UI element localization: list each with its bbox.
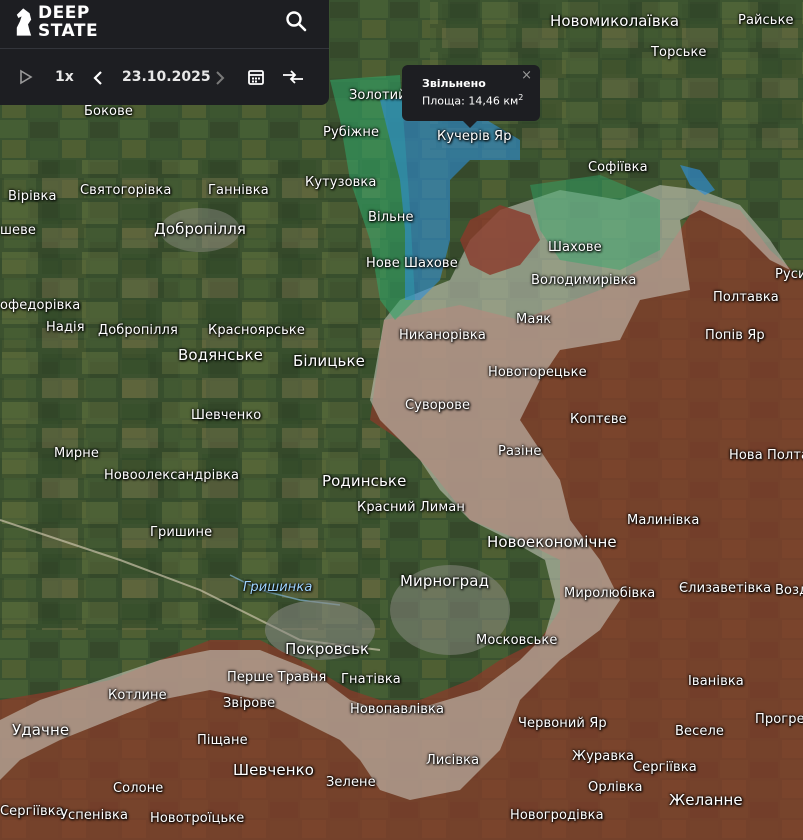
place-label[interactable]: Шевченко: [233, 761, 314, 779]
place-label[interactable]: Нова Полта: [729, 448, 803, 463]
place-label[interactable]: Новомиколаївка: [550, 12, 679, 30]
date-display[interactable]: 23.10.2025: [122, 69, 211, 85]
place-label[interactable]: Нове Шахове: [366, 256, 458, 271]
popup-tail: [463, 121, 477, 128]
place-label[interactable]: Червоний Яр: [518, 716, 607, 731]
place-label[interactable]: Кутузовка: [305, 175, 376, 190]
calendar-icon[interactable]: [247, 68, 265, 86]
place-label[interactable]: Єлизаветівка: [679, 581, 771, 596]
place-label[interactable]: Водянське: [178, 346, 263, 364]
place-label[interactable]: Софіївка: [588, 160, 648, 175]
search-icon[interactable]: [285, 10, 307, 32]
place-label[interactable]: Прогре: [755, 712, 803, 727]
logo-text: DEEP STATE: [38, 4, 98, 40]
place-label[interactable]: Шахове: [548, 240, 602, 255]
place-label[interactable]: Веселе: [675, 724, 724, 739]
place-label[interactable]: Новопавлівка: [350, 702, 444, 717]
place-label[interactable]: Красноярське: [208, 323, 305, 338]
place-label[interactable]: Надія: [46, 320, 85, 335]
place-label[interactable]: Білицьке: [293, 352, 365, 370]
place-label[interactable]: Золотий: [349, 88, 407, 103]
place-label[interactable]: Бокове: [84, 104, 133, 119]
place-label[interactable]: Московське: [476, 633, 557, 648]
place-label[interactable]: Звірове: [223, 696, 275, 711]
popup-area: Площа: 14,46 км2: [422, 93, 523, 108]
place-label[interactable]: Мирне: [54, 446, 99, 461]
toolbar-divider: [0, 48, 329, 49]
place-label[interactable]: Торське: [651, 45, 707, 60]
place-label[interactable]: Миролюбівка: [564, 586, 655, 601]
place-label[interactable]: Вільне: [368, 210, 414, 225]
place-label[interactable]: Перше Травня: [227, 670, 326, 685]
place-label[interactable]: Полтавка: [713, 290, 779, 305]
place-label[interactable]: шеве: [0, 223, 36, 238]
place-label[interactable]: Сергіївка: [0, 804, 64, 819]
compare-arrows-icon[interactable]: [281, 67, 305, 87]
place-label[interactable]: Новоолександрівка: [104, 468, 239, 483]
popup-area-label: Площа: 14,46 км: [422, 94, 519, 108]
place-label[interactable]: Добропілля: [98, 323, 178, 338]
place-label[interactable]: Володимирівка: [531, 273, 636, 288]
place-label[interactable]: Кучерів Яр: [437, 129, 512, 144]
chevron-right-icon[interactable]: [214, 70, 226, 86]
place-label[interactable]: Коптєве: [570, 412, 627, 427]
place-label[interactable]: Покровськ: [285, 640, 369, 658]
place-label[interactable]: Мирноград: [400, 572, 489, 590]
place-label[interactable]: Новоекономічне: [487, 533, 617, 551]
place-label[interactable]: Красний Лиман: [357, 500, 465, 515]
place-label[interactable]: Піщане: [197, 733, 248, 748]
place-label[interactable]: Суворове: [405, 398, 470, 413]
place-label[interactable]: Малинівка: [627, 513, 699, 528]
place-label[interactable]: Добропілля: [154, 220, 246, 238]
speed-button[interactable]: 1x: [55, 69, 74, 85]
place-label[interactable]: Вірівка: [8, 189, 57, 204]
place-label[interactable]: Лисівка: [426, 753, 479, 768]
place-label[interactable]: Гришине: [150, 525, 212, 540]
place-label[interactable]: Никанорівка: [399, 328, 486, 343]
place-label[interactable]: Успенівка: [60, 808, 128, 823]
place-label[interactable]: Орлівка: [588, 780, 643, 795]
place-label[interactable]: Іванівка: [688, 674, 744, 689]
place-label[interactable]: Разіне: [498, 444, 541, 459]
place-label[interactable]: Гнатівка: [341, 672, 401, 687]
play-icon[interactable]: [19, 69, 33, 85]
place-label[interactable]: Попів Яр: [705, 328, 765, 343]
place-label[interactable]: Желанне: [669, 791, 743, 809]
place-label[interactable]: Новоторецьке: [488, 365, 587, 380]
place-label[interactable]: Ганнівка: [208, 183, 269, 198]
place-label[interactable]: Зелене: [326, 775, 376, 790]
place-label[interactable]: Котлине: [108, 688, 167, 703]
place-label[interactable]: Возд: [775, 583, 803, 598]
place-label[interactable]: Новогродівка: [510, 808, 604, 823]
chevron-left-icon[interactable]: [92, 70, 104, 86]
knight-logo-icon[interactable]: [12, 6, 36, 38]
area-popup: Звільнено Площа: 14,46 км2 ×: [402, 65, 540, 128]
timeline-toolbar: DEEP STATE 1x 23.10.2025: [0, 0, 329, 105]
place-label[interactable]: Удачне: [12, 721, 69, 739]
popup-title: Звільнено: [422, 77, 486, 90]
place-label[interactable]: Шевченко: [191, 408, 261, 423]
popup-area-sup: 2: [518, 93, 524, 102]
close-icon[interactable]: ×: [521, 68, 532, 83]
place-label[interactable]: Райське: [738, 13, 794, 28]
place-label[interactable]: Сергіївка: [633, 760, 697, 775]
place-label[interactable]: Гришинка: [243, 580, 312, 595]
place-label[interactable]: Журавка: [572, 749, 634, 764]
place-label[interactable]: Руси: [775, 267, 803, 282]
place-label[interactable]: офедорівка: [0, 298, 80, 313]
place-label[interactable]: Святогорівка: [80, 183, 171, 198]
place-label[interactable]: Рубіжне: [323, 125, 379, 140]
logo-line1: DEEP: [38, 3, 90, 23]
place-label[interactable]: Солоне: [113, 781, 163, 796]
place-label[interactable]: Маяк: [516, 312, 551, 327]
logo-line2: STATE: [38, 21, 99, 41]
place-label[interactable]: Родинське: [322, 472, 406, 490]
place-label[interactable]: Новотроїцьке: [150, 811, 244, 826]
